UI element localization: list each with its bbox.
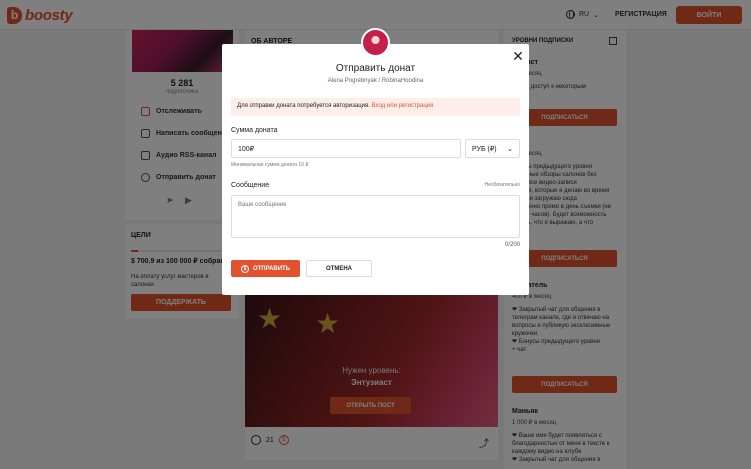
login-register-link[interactable]: Вход или регистрация <box>372 103 434 109</box>
avatar <box>361 28 390 57</box>
send-label: ОТПРАВИТЬ <box>252 265 291 272</box>
close-icon[interactable]: ✕ <box>512 49 524 63</box>
char-counter: 0/200 <box>504 242 520 248</box>
send-donation-submit-button[interactable]: $ ОТПРАВИТЬ <box>231 260 300 277</box>
dollar-icon: $ <box>240 264 249 273</box>
modal-title: Отправить донат <box>335 63 416 74</box>
modal-subtitle: Alena Pogrebnyak / RobinaHoodina <box>327 78 424 84</box>
currency-select[interactable]: РУБ (₽) ⌄ <box>465 139 520 158</box>
amount-label: Сумма доната <box>231 127 278 134</box>
currency-value: РУБ (₽) <box>472 145 497 153</box>
alert-text: Для отправки доната потребуется авториза… <box>237 103 370 109</box>
chevron-down-icon: ⌄ <box>507 145 513 153</box>
message-field[interactable] <box>231 195 520 238</box>
amount-input[interactable] <box>231 139 461 158</box>
message-label: Сообщение <box>231 182 270 189</box>
optional-label: Необязательно <box>484 182 520 188</box>
auth-alert: Для отправки доната потребуется авториза… <box>231 98 520 116</box>
min-amount-hint: Минимальная сумма доната 10 ₽ <box>231 162 309 168</box>
donation-modal: ✕ Отправить донат Alena Pogrebnyak / Rob… <box>222 28 529 295</box>
cancel-button[interactable]: ОТМЕНА <box>306 260 372 277</box>
